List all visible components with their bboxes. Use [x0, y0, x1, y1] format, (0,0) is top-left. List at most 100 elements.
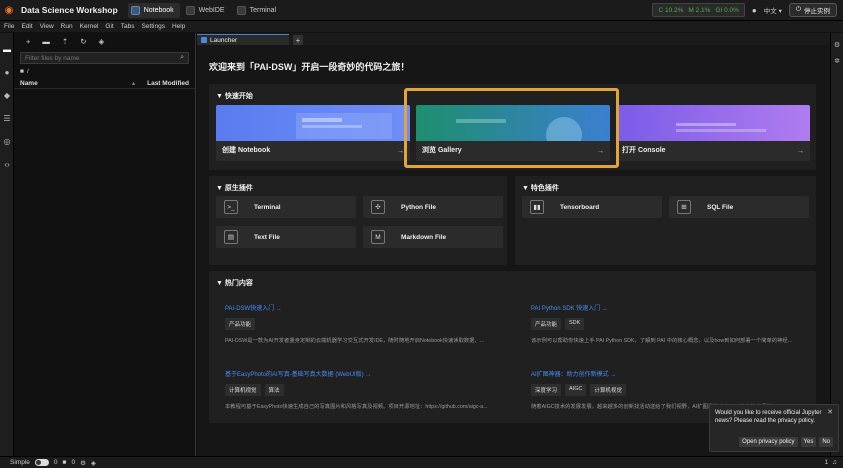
tool-label: Terminal [254, 203, 281, 211]
menu-bar: File Edit View Run Kernel Git Tabs Setti… [0, 21, 843, 32]
menu-view[interactable]: View [40, 23, 54, 30]
toc-icon[interactable]: ☰ [0, 111, 14, 125]
hot-item-title[interactable]: PAI-DSW快速入门 → [225, 303, 500, 312]
menu-settings[interactable]: Settings [141, 23, 165, 30]
stop-instance-button[interactable]: ⏻ 停止实例 [788, 3, 837, 17]
breadcrumb[interactable]: ■ / [14, 64, 195, 78]
file-list-header: Name ▴ Last Modified [14, 78, 195, 89]
launcher-icon [201, 37, 207, 43]
tab-label: WebIDE [198, 6, 225, 14]
folder-icon[interactable]: ▬ [0, 42, 14, 56]
hot-item-desc: 本教程可基于EasyPhoto快速生成自己的写真图片和风格写真及视频。项目开源地… [225, 404, 488, 410]
git-icon[interactable]: ◆ [0, 88, 14, 102]
right-sidebar: ⚙ ✲ [830, 33, 843, 456]
refresh-icon[interactable]: ↻ [80, 37, 86, 46]
open-privacy-policy-button[interactable]: Open privacy policy [739, 437, 798, 447]
sort-icon[interactable]: ▴ [132, 79, 135, 87]
gpu-usage: GI 0.0% [715, 6, 739, 14]
new-launcher-icon[interactable]: + [26, 37, 30, 46]
hot-item-desc: PAI-DSW是一款为AI开发者量身定制的云端机器学习交互式开发IDE，随时随地… [225, 338, 485, 344]
menu-tabs[interactable]: Tabs [121, 23, 135, 30]
resource-monitor[interactable]: C 10.2% M 2.1% GI 0.0% [652, 3, 745, 17]
gear-icon[interactable]: ⚙ [80, 459, 86, 467]
sql-file-launcher[interactable]: ⊞ SQL File [669, 196, 809, 218]
tag: 产品功能 [531, 318, 562, 330]
menu-help[interactable]: Help [172, 23, 185, 30]
file-browser: + ▬ ⇡ ↻ ◈ ⌕ ■/ Name ▴ Last Modified [14, 33, 196, 456]
code-icon[interactable]: ‹› [0, 157, 14, 171]
menu-file[interactable]: File [4, 23, 14, 30]
tensorboard-launcher[interactable]: ▮▮ Tensorboard [522, 196, 662, 218]
tool-label: Python File [401, 203, 437, 211]
hot-item[interactable]: PAI-DSW快速入门 → 产品功能 PAI-DSW是一款为AI开发者量身定制的… [225, 303, 500, 344]
section-title[interactable]: ▼ 特色插件 [522, 183, 559, 193]
welcome-title: 欢迎来到「PAI-DSW」开启一段奇妙的代码之旅！ [209, 62, 410, 72]
menu-kernel[interactable]: Kernel [80, 23, 99, 30]
menu-git[interactable]: Git [105, 23, 113, 30]
git-status-icon[interactable]: ◈ [91, 459, 96, 467]
file-filter-input[interactable] [25, 54, 175, 62]
column-last-modified[interactable]: Last Modified [147, 80, 189, 87]
section-title[interactable]: ▼ 快速开始 [216, 91, 253, 101]
notification-count: 1 [824, 459, 829, 466]
text-file-launcher[interactable]: ▤ Text File [216, 226, 356, 248]
native-plugins-section: ▼ 原生插件 >_ Terminal ✣ Python File ▤ Text … [209, 176, 507, 265]
running-kernels-icon[interactable]: ● [0, 65, 14, 79]
tab-label: Launcher [210, 36, 238, 44]
hot-content-section: ▼ 热门内容 PAI-DSW快速入门 → 产品功能 PAI-DSW是一款为AI开… [209, 271, 816, 423]
main-area: Launcher + 欢迎来到「PAI-DSW」开启一段奇妙的代码之旅！ ▼ 快… [197, 33, 830, 456]
terminal-icon [236, 5, 246, 15]
section-title[interactable]: ▼ 热门内容 [216, 278, 253, 288]
search-icon: ⌕ [180, 54, 184, 61]
hot-item[interactable]: PAI Python SDK 快速入门 → 产品功能 SDK 该示例可以帮助你快… [531, 303, 806, 344]
tool-label: Text File [254, 233, 280, 241]
terminal-count[interactable]: 0 [54, 459, 58, 466]
hot-item-title[interactable]: AI扩图神器：助力创作新模式 → [531, 369, 806, 378]
python-file-launcher[interactable]: ✣ Python File [363, 196, 503, 218]
create-notebook-card[interactable]: 创建 Notebook → [216, 105, 410, 161]
bell-icon[interactable]: ♫ [832, 459, 837, 466]
tab-notebook[interactable]: Notebook [127, 2, 180, 18]
close-icon[interactable]: ✕ [827, 408, 833, 416]
tag: 算法 [264, 384, 284, 396]
launcher-panel: 欢迎来到「PAI-DSW」开启一段奇妙的代码之旅！ ▼ 快速开始 创建 Note… [197, 45, 830, 456]
section-title[interactable]: ▼ 原生插件 [216, 183, 253, 193]
column-name[interactable]: Name [20, 80, 132, 87]
menu-edit[interactable]: Edit [21, 23, 32, 30]
file-browser-toolbar: + ▬ ⇡ ↻ ◈ [14, 33, 195, 50]
terminal-icon: ■ [62, 459, 67, 466]
tab-launcher[interactable]: Launcher [197, 34, 289, 45]
user-avatar-icon[interactable]: ● [752, 6, 757, 15]
tag-list: 计算机视觉 算法 [225, 384, 500, 396]
terminal-launcher[interactable]: >_ Terminal [216, 196, 356, 218]
hot-item-title[interactable]: PAI Python SDK 快速入门 → [531, 303, 806, 312]
document-tab-bar: Launcher + [197, 33, 830, 45]
simple-mode-toggle[interactable] [34, 459, 49, 466]
extensions-icon[interactable]: ◎ [0, 134, 14, 148]
upload-icon[interactable]: ⇡ [62, 37, 68, 46]
yes-button[interactable]: Yes [800, 437, 817, 447]
file-filter: ⌕ [20, 52, 189, 64]
debugger-icon[interactable]: ✲ [831, 57, 843, 65]
open-console-card[interactable]: 打开 Console → [616, 105, 810, 161]
language-select[interactable]: 中文 ▾ [764, 5, 782, 15]
arrow-right-icon: → [397, 148, 404, 155]
property-inspector-icon[interactable]: ⚙ [831, 41, 843, 49]
toast-message: Would you like to receive official Jupyt… [715, 410, 822, 424]
hot-item-title[interactable]: 基于EasyPhoto的AI写真-基础写真大数据 (WebUI版) → [225, 369, 500, 378]
tab-terminal[interactable]: Terminal [234, 3, 282, 18]
tab-label: Notebook [143, 6, 174, 14]
hot-item[interactable]: 基于EasyPhoto的AI写真-基础写真大数据 (WebUI版) → 计算机视… [225, 369, 500, 410]
new-folder-icon[interactable]: ▬ [42, 37, 50, 46]
tab-webide[interactable]: WebIDE [183, 3, 231, 18]
kernel-count[interactable]: 0 [71, 459, 75, 466]
markdown-file-launcher[interactable]: M Markdown File [363, 226, 503, 248]
new-tab-button[interactable]: + [293, 35, 303, 45]
no-button[interactable]: No [819, 437, 833, 447]
tag-list: 产品功能 SDK [531, 318, 806, 330]
menu-run[interactable]: Run [61, 23, 73, 30]
status-bar: Simple 0 ■ 0 ⚙ ◈ 1 ♫ [0, 456, 843, 468]
tag: 计算机视觉 [225, 384, 261, 396]
git-clone-icon[interactable]: ◈ [98, 37, 104, 46]
power-icon: ⏻ [795, 6, 801, 13]
